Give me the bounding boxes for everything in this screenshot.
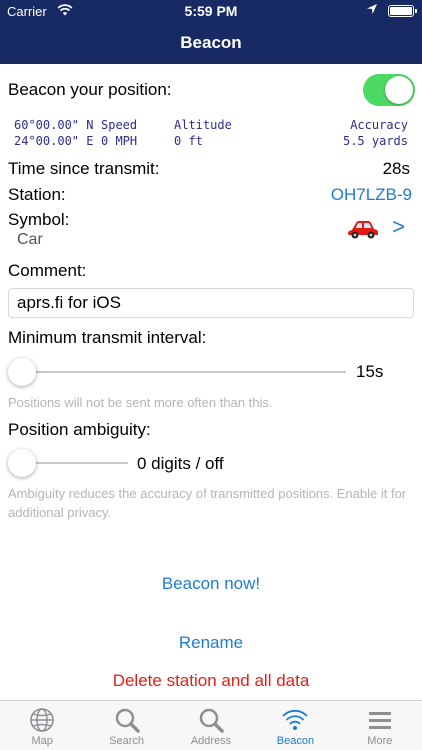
longitude-value: 24°00.00" E	[14, 134, 94, 148]
ambiguity-slider-track[interactable]	[22, 462, 128, 464]
tab-label: Address	[190, 735, 232, 747]
speed-label: Speed	[101, 118, 138, 132]
rename-button[interactable]: Rename	[0, 633, 422, 653]
beacon-toggle[interactable]	[363, 74, 415, 106]
navigation-header: Carrier 5:59 PM Beacon	[0, 0, 422, 64]
station-label: Station:	[8, 185, 66, 204]
toggle-knob	[385, 76, 413, 104]
battery-icon	[388, 5, 417, 17]
symbol-label: Symbol:	[8, 210, 70, 229]
comment-label: Comment:	[8, 261, 87, 280]
wifi-icon	[283, 709, 308, 730]
beacon-label: Beacon your position:	[8, 80, 172, 99]
comment-input[interactable]: aprs.fi for iOS	[8, 288, 414, 318]
tab-label: Beacon	[276, 735, 315, 747]
time-since-label: Time since transmit:	[8, 159, 160, 178]
interval-value: 15s	[356, 362, 384, 381]
tab-label: More	[367, 735, 393, 747]
ambiguity-hint: Ambiguity reduces the accuracy of transm…	[8, 486, 407, 520]
altitude-value: 0 ft	[174, 134, 203, 148]
tab-label: Search	[109, 735, 145, 747]
tab-search[interactable]: Search	[84, 701, 168, 750]
tab-map[interactable]: Map	[0, 701, 84, 750]
interval-hint: Positions will not be sent more often th…	[8, 395, 273, 410]
symbol-chevron-icon[interactable]: >	[392, 214, 405, 240]
tab-label: Map	[31, 735, 53, 747]
interval-slider-thumb[interactable]	[8, 358, 36, 386]
globe-icon	[30, 708, 55, 732]
interval-slider-track[interactable]	[22, 371, 346, 373]
beacon-now-button[interactable]: Beacon now!	[0, 574, 422, 594]
list-icon	[368, 712, 391, 729]
ambiguity-slider-thumb[interactable]	[8, 449, 36, 477]
page-title: Beacon	[180, 33, 242, 52]
status-time: 5:59 PM	[184, 3, 238, 19]
accuracy-value: 5.5 yards	[342, 134, 408, 148]
altitude-label: Altitude	[174, 118, 232, 132]
tab-more[interactable]: More	[338, 701, 422, 750]
search-icon	[115, 708, 140, 733]
tab-bar: Map Search Address Beacon More	[0, 700, 422, 750]
beacon-settings: Beacon your position: 60°00.00" N 24°00.…	[0, 64, 422, 700]
ambiguity-label: Position ambiguity:	[8, 420, 151, 439]
speed-value: 0 MPH	[101, 134, 138, 148]
car-symbol-icon[interactable]	[347, 218, 379, 240]
accuracy-label: Accuracy	[350, 118, 408, 132]
magnifier-icon	[199, 708, 224, 733]
station-callsign-link[interactable]: OH7LZB-9	[331, 185, 412, 205]
latitude-value: 60°00.00" N	[14, 118, 94, 132]
interval-label: Minimum transmit interval:	[8, 328, 207, 347]
ambiguity-value: 0 digits / off	[137, 454, 224, 473]
time-since-value: 28s	[382, 159, 410, 178]
location-arrow-icon	[367, 4, 377, 14]
tab-beacon[interactable]: Beacon	[253, 701, 337, 750]
symbol-value: Car	[17, 231, 43, 248]
delete-station-button[interactable]: Delete station and all data	[0, 671, 422, 691]
tab-address[interactable]: Address	[169, 701, 253, 750]
status-bar: Carrier 5:59 PM	[0, 0, 422, 22]
